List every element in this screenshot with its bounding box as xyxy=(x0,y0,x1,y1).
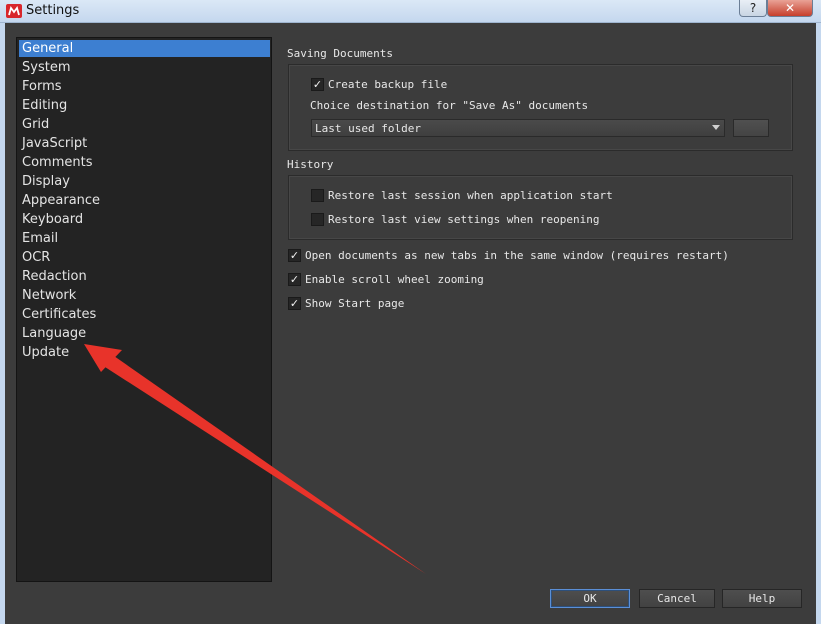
category-item-grid[interactable]: Grid xyxy=(19,116,270,133)
scroll-zoom-checkbox[interactable]: ✓ xyxy=(288,273,301,286)
new-tabs-checkbox[interactable]: ✓ xyxy=(288,249,301,262)
history-groupbox xyxy=(288,175,793,240)
close-icon: ✕ xyxy=(784,1,796,15)
new-tabs-label: Open documents as new tabs in the same w… xyxy=(305,249,729,262)
title-help-button[interactable]: ? xyxy=(739,0,767,17)
category-item-language[interactable]: Language xyxy=(19,325,270,342)
cancel-button[interactable]: Cancel xyxy=(639,589,715,608)
category-item-update[interactable]: Update xyxy=(19,344,270,361)
help-icon: ? xyxy=(749,1,757,15)
app-logo-icon xyxy=(6,4,22,18)
restore-session-label: Restore last session when application st… xyxy=(328,189,613,202)
start-page-checkbox[interactable]: ✓ xyxy=(288,297,301,310)
title-close-button[interactable]: ✕ xyxy=(767,0,813,17)
category-item-javascript[interactable]: JavaScript xyxy=(19,135,270,152)
destination-label: Choice destination for "Save As" documen… xyxy=(310,99,589,112)
category-item-redaction[interactable]: Redaction xyxy=(19,268,270,285)
category-item-system[interactable]: System xyxy=(19,59,270,76)
category-item-network[interactable]: Network xyxy=(19,287,270,304)
create-backup-checkbox[interactable]: ✓ xyxy=(311,78,324,91)
chevron-down-icon xyxy=(712,125,720,130)
category-item-general[interactable]: General xyxy=(19,40,270,57)
title-bar: Settings ? ✕ xyxy=(0,0,821,23)
category-item-certificates[interactable]: Certificates xyxy=(19,306,270,323)
destination-combobox[interactable]: Last used folder xyxy=(311,119,725,137)
history-section-title: History xyxy=(287,158,334,171)
category-item-email[interactable]: Email xyxy=(19,230,270,247)
browse-button[interactable] xyxy=(733,119,769,137)
category-item-editing[interactable]: Editing xyxy=(19,97,270,114)
saving-section-title: Saving Documents xyxy=(287,47,393,60)
scroll-zoom-label: Enable scroll wheel zooming xyxy=(305,273,484,286)
restore-view-checkbox[interactable] xyxy=(311,213,324,226)
category-item-appearance[interactable]: Appearance xyxy=(19,192,270,209)
restore-view-label: Restore last view settings when reopenin… xyxy=(328,213,600,226)
start-page-label: Show Start page xyxy=(305,297,405,310)
category-item-keyboard[interactable]: Keyboard xyxy=(19,211,270,228)
category-list[interactable]: General System Forms Editing Grid JavaSc… xyxy=(16,37,272,582)
category-item-display[interactable]: Display xyxy=(19,173,270,190)
destination-value: Last used folder xyxy=(315,122,421,135)
category-item-comments[interactable]: Comments xyxy=(19,154,270,171)
category-item-forms[interactable]: Forms xyxy=(19,78,270,95)
ok-button[interactable]: OK xyxy=(550,589,630,608)
window-title: Settings xyxy=(26,3,80,18)
create-backup-label: Create backup file xyxy=(328,78,448,91)
category-item-ocr[interactable]: OCR xyxy=(19,249,270,266)
help-button[interactable]: Help xyxy=(722,589,802,608)
restore-session-checkbox[interactable] xyxy=(311,189,324,202)
